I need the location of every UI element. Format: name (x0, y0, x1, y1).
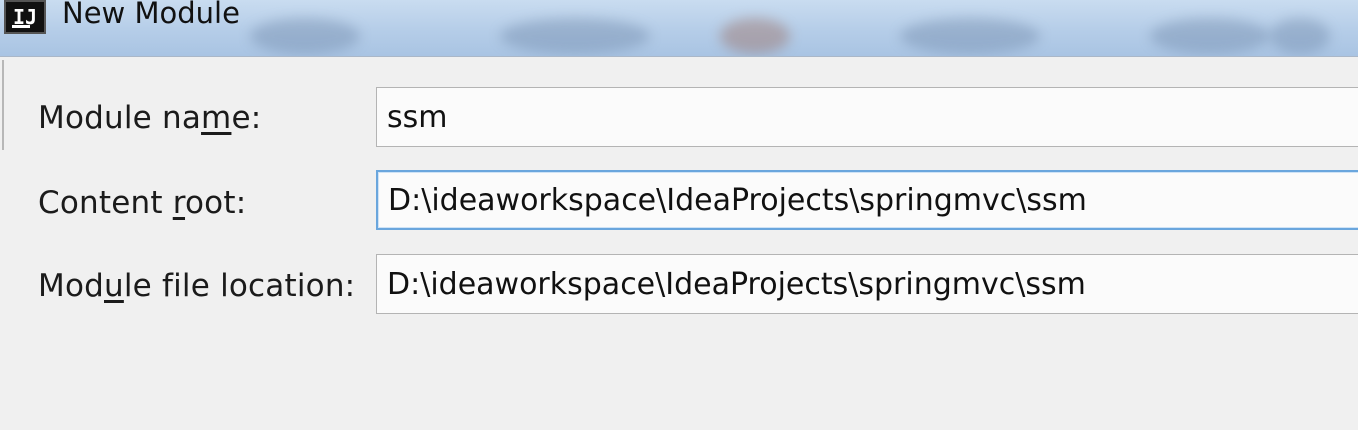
blurred-background-icon (250, 18, 360, 54)
blurred-background-icon (720, 18, 790, 54)
content-root-input[interactable] (376, 170, 1358, 230)
content-root-label: Content root: (38, 185, 246, 221)
content-root-label-pre: Content (38, 185, 173, 221)
module-file-location-label-pre: Mod (38, 268, 104, 304)
module-file-location-label-mnemonic: u (104, 268, 124, 304)
blurred-background-icon (1270, 18, 1330, 54)
new-module-dialog: IJ New Module Module name: Content root:… (0, 0, 1358, 430)
module-name-label-post: e: (231, 100, 262, 136)
blurred-background-icon (500, 18, 650, 54)
intellij-app-icon: IJ (4, 0, 46, 34)
window-title: New Module (62, 0, 240, 30)
module-name-label: Module name: (38, 100, 261, 136)
content-root-label-mnemonic: r (172, 185, 186, 221)
module-file-location-label: Module file location: (38, 268, 355, 304)
module-file-location-label-post: le file location: (123, 268, 356, 304)
title-bar[interactable]: IJ New Module (0, 0, 1358, 56)
content-root-label-post: oot: (185, 185, 247, 221)
app-icon-underline (12, 25, 30, 28)
module-name-input[interactable] (376, 87, 1358, 147)
blurred-background-icon (1150, 18, 1270, 54)
blurred-background-icon (900, 18, 1040, 54)
module-name-label-mnemonic: m (201, 100, 232, 136)
left-edge-divider (2, 60, 4, 150)
module-file-location-input[interactable] (376, 254, 1358, 314)
module-name-label-pre: Module na (38, 100, 202, 136)
